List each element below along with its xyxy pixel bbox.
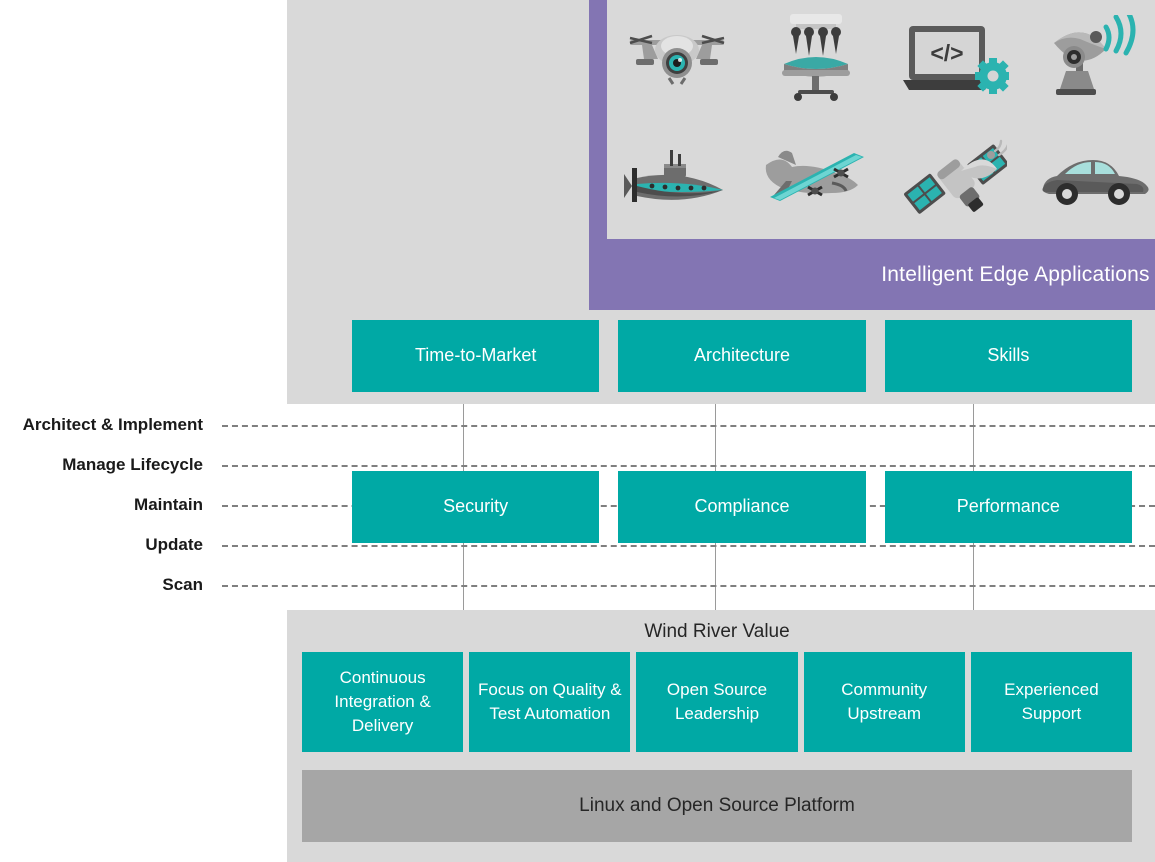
application-icon-board: </> (607, 0, 1155, 239)
pill-performance[interactable]: Performance (884, 471, 1132, 543)
wind-river-value-title: Wind River Value (644, 621, 790, 642)
satellite-dish-icon (1034, 7, 1154, 112)
pill-compliance[interactable]: Compliance (618, 471, 866, 543)
pill-open-source-leadership[interactable]: Open Source Leadership (636, 652, 798, 752)
surgical-robot-icon (756, 7, 876, 112)
row-label-manage-lifecycle: Manage Lifecycle (62, 455, 203, 474)
pill-experienced-support[interactable]: Experienced Support (970, 652, 1133, 752)
diagram-canvas: </> Intelligent Edge Applications Time-t… (0, 0, 1155, 862)
submarine-icon (617, 127, 737, 232)
car-icon (1034, 127, 1154, 232)
pill-skills[interactable]: Skills (884, 320, 1132, 392)
dashed-line-architect-implement (222, 425, 1155, 427)
dashed-line-scan (222, 585, 1155, 587)
military-aircraft-icon (756, 127, 876, 232)
middle-pill-row: Security Compliance Performance (352, 471, 1132, 543)
bottom-pill-row: Continuous Integration & Delivery Focus … (302, 652, 1133, 752)
pill-community-upstream[interactable]: Community Upstream (803, 652, 965, 752)
pill-security[interactable]: Security (352, 471, 600, 543)
linux-open-source-platform-bar: Linux and Open Source Platform (302, 770, 1132, 842)
pill-quality-test-automation[interactable]: Focus on Quality & Test Automation (469, 652, 631, 752)
intelligent-edge-label: Intelligent Edge Applications (881, 262, 1150, 286)
pill-continuous-integration-delivery[interactable]: Continuous Integration & Delivery (302, 652, 464, 752)
row-label-architect-implement: Architect & Implement (22, 415, 203, 434)
laptop-code-gear-icon: </> (895, 7, 1015, 112)
pill-architecture[interactable]: Architecture (618, 320, 866, 392)
icon-grid: </> (607, 0, 1155, 239)
satellite-icon (895, 127, 1015, 232)
row-label-maintain: Maintain (134, 495, 203, 514)
row-label-update: Update (145, 535, 203, 554)
top-pill-row: Time-to-Market Architecture Skills (352, 320, 1132, 392)
pill-time-to-market[interactable]: Time-to-Market (352, 320, 600, 392)
svg-text:</>: </> (930, 40, 963, 66)
drone-icon (617, 7, 737, 112)
dashed-line-manage-lifecycle (222, 465, 1155, 467)
dashed-line-update (222, 545, 1155, 547)
row-label-scan: Scan (162, 575, 203, 594)
